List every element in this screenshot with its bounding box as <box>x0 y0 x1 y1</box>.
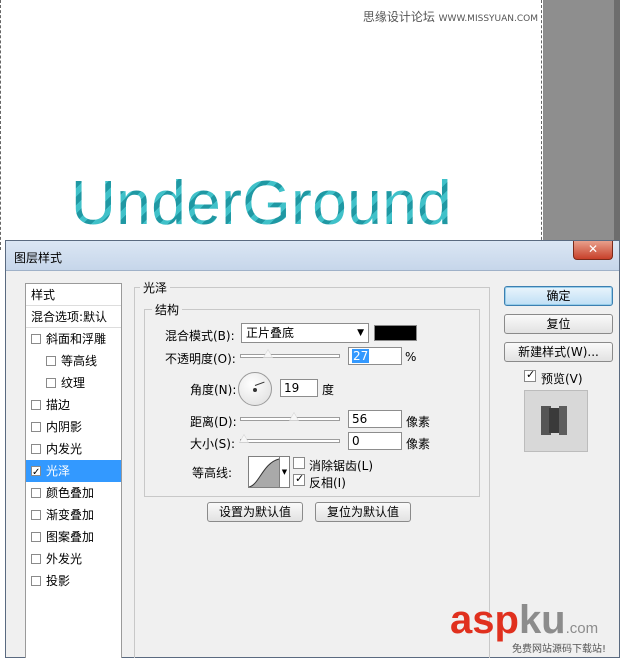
style-item-inner-glow[interactable]: 内发光 <box>26 438 121 460</box>
distance-unit: 像素 <box>406 415 431 429</box>
size-label: 大小(S): <box>190 437 236 451</box>
style-item-label: 描边 <box>46 398 71 412</box>
watermark-top: 思缘设计论坛 WWW.MISSYUAN.COM <box>363 8 538 25</box>
angle-dial[interactable] <box>238 372 272 406</box>
reset-to-default-button[interactable]: 复位为默认值 <box>315 502 411 522</box>
style-item-label: 内阴影 <box>46 420 83 434</box>
blend-options-item[interactable]: 混合选项:默认 <box>26 306 121 328</box>
style-item-outer-glow[interactable]: 外发光 <box>26 548 121 570</box>
preview-checkbox[interactable] <box>524 368 536 382</box>
checkbox[interactable] <box>46 378 56 388</box>
style-item-contour[interactable]: 等高线 <box>26 350 121 372</box>
canvas-text-underground: UnderGround <box>71 169 453 238</box>
style-item-gradient-overlay[interactable]: 渐变叠加 <box>26 504 121 526</box>
watermark-url: WWW.MISSYUAN.COM <box>438 14 538 24</box>
blend-mode-select[interactable]: 正片叠底 ▼ <box>241 323 369 343</box>
logo-ku: ku <box>518 598 566 642</box>
make-default-button[interactable]: 设置为默认值 <box>207 502 303 522</box>
style-item-label: 图案叠加 <box>46 530 95 544</box>
invert-checkbox[interactable] <box>293 472 305 486</box>
size-slider[interactable] <box>239 434 340 443</box>
checkbox[interactable] <box>31 462 41 484</box>
distance-input[interactable]: 56 <box>348 410 402 428</box>
style-item-label: 等高线 <box>61 354 98 368</box>
document-canvas: UnderGround <box>0 0 542 250</box>
checkbox[interactable] <box>31 444 41 454</box>
logo-subtitle: 免费网站源码下载站! <box>512 644 607 655</box>
opacity-label: 不透明度(O): <box>165 352 236 366</box>
style-item-color-overlay[interactable]: 颜色叠加 <box>26 482 121 504</box>
style-preview-thumbnail <box>524 390 588 452</box>
opacity-slider-thumb[interactable] <box>263 349 273 358</box>
checkbox[interactable] <box>31 554 41 564</box>
blend-mode-value: 正片叠底 <box>246 326 295 340</box>
style-item-label: 纹理 <box>61 376 86 390</box>
blend-mode-label: 混合模式(B): <box>165 329 235 343</box>
opacity-value: 27 <box>352 349 370 363</box>
antialias-label: 消除锯齿(L) <box>309 459 374 473</box>
satin-group-title: 光泽 <box>140 279 171 296</box>
invert-label: 反相(I) <box>309 476 346 490</box>
checkbox[interactable] <box>31 334 41 344</box>
antialias-checkbox[interactable] <box>293 457 305 469</box>
checkbox[interactable] <box>31 532 41 542</box>
contour-dropdown-arrow[interactable]: ▼ <box>280 456 290 488</box>
style-item-stroke[interactable]: 描边 <box>26 394 121 416</box>
size-input[interactable]: 0 <box>348 432 402 450</box>
preview-label: 预览(V) <box>541 372 583 386</box>
style-item-label: 光泽 <box>46 464 71 478</box>
chevron-down-icon: ▼ <box>281 468 288 476</box>
style-item-bevel-emboss[interactable]: 斜面和浮雕 <box>26 328 121 350</box>
style-item-label: 斜面和浮雕 <box>46 332 107 346</box>
style-item-texture[interactable]: 纹理 <box>26 372 121 394</box>
blend-color-swatch[interactable] <box>374 325 417 341</box>
close-button[interactable]: ✕ <box>573 241 613 260</box>
close-icon: ✕ <box>587 242 599 256</box>
checkbox[interactable] <box>31 510 41 520</box>
dialog-title: 图层样式 <box>14 251 63 265</box>
style-item-label: 渐变叠加 <box>46 508 95 522</box>
checkbox[interactable] <box>31 400 41 410</box>
style-item-pattern-overlay[interactable]: 图案叠加 <box>26 526 121 548</box>
watermark-cn: 思缘设计论坛 <box>362 10 435 24</box>
contour-label: 等高线: <box>192 466 233 480</box>
angle-input[interactable]: 19 <box>280 379 318 397</box>
logo-com: .com <box>565 620 599 637</box>
checkbox[interactable] <box>31 422 41 432</box>
ok-button[interactable]: 确定 <box>504 286 613 306</box>
styles-header[interactable]: 样式 <box>26 284 121 306</box>
dialog-titlebar[interactable]: 图层样式 ✕ <box>6 241 619 271</box>
style-item-inner-shadow[interactable]: 内阴影 <box>26 416 121 438</box>
size-unit: 像素 <box>406 437 431 451</box>
style-item-label: 内发光 <box>46 442 83 456</box>
style-item-satin[interactable]: 光泽 <box>26 460 121 484</box>
distance-slider[interactable] <box>240 412 340 421</box>
reset-button[interactable]: 复位 <box>504 314 613 334</box>
angle-unit: 度 <box>322 383 335 397</box>
distance-slider-thumb[interactable] <box>289 412 299 421</box>
opacity-slider[interactable] <box>240 349 340 358</box>
style-item-drop-shadow[interactable]: 投影 <box>26 570 121 592</box>
new-style-button[interactable]: 新建样式(W)... <box>504 342 613 362</box>
opacity-unit: % <box>405 350 417 364</box>
size-slider-thumb[interactable] <box>239 434 249 443</box>
styles-list: 样式 混合选项:默认 斜面和浮雕 等高线 纹理 描边 内阴影 内发光 光泽 颜色… <box>25 283 122 658</box>
checkbox[interactable] <box>46 356 56 366</box>
opacity-input[interactable]: 27 <box>348 347 402 365</box>
checkbox[interactable] <box>31 488 41 498</box>
chevron-down-icon: ▼ <box>357 328 364 338</box>
angle-dial-center <box>253 388 257 392</box>
logo-asp: asp <box>450 598 519 642</box>
structure-group-title: 结构 <box>152 301 183 318</box>
checkbox[interactable] <box>31 576 41 586</box>
angle-label: 角度(N): <box>190 383 237 397</box>
style-item-label: 颜色叠加 <box>46 486 95 500</box>
contour-picker[interactable] <box>248 456 280 488</box>
style-item-label: 外发光 <box>46 552 83 566</box>
distance-label: 距离(D): <box>190 415 237 429</box>
contour-curve-icon <box>249 458 279 487</box>
style-item-label: 投影 <box>46 574 71 588</box>
